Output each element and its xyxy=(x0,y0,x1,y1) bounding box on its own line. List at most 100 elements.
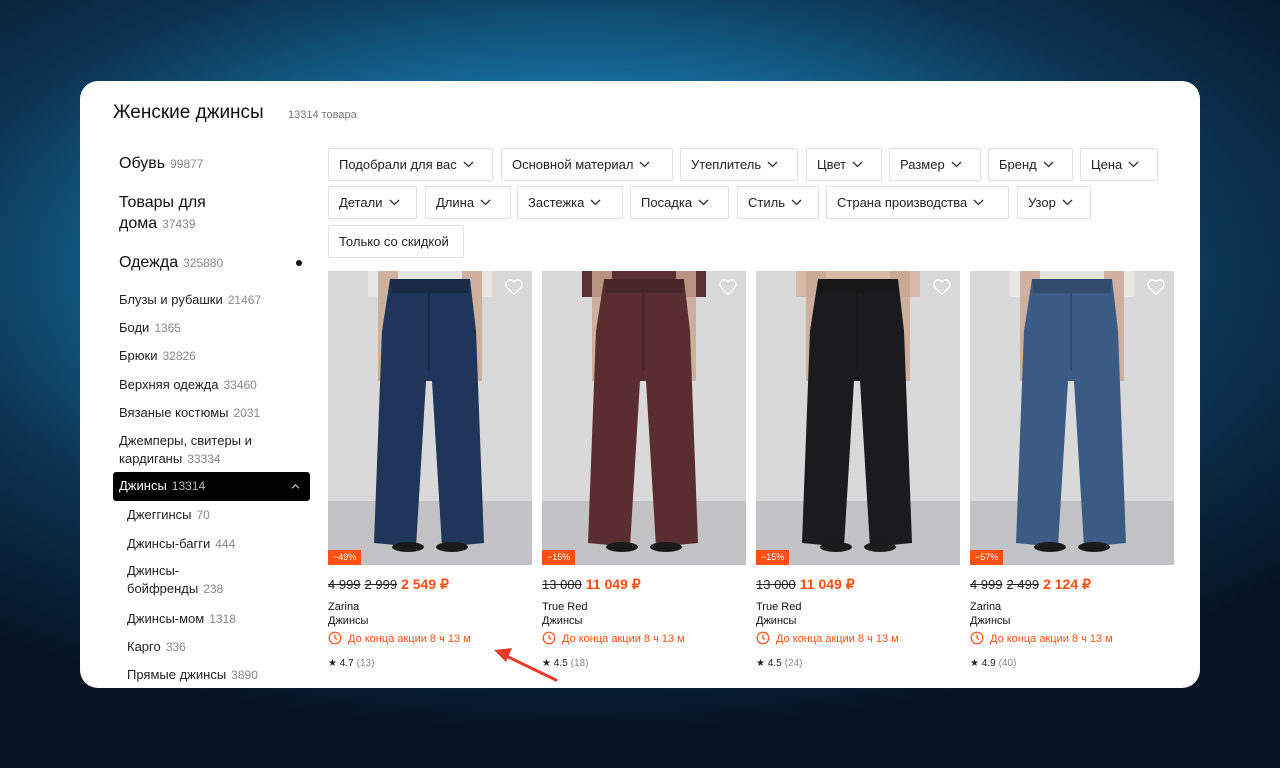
filter-chip-label: Детали xyxy=(339,195,383,210)
price-row: 13 000 11 049 ₽ xyxy=(542,576,641,593)
sidebar-item-jeggings[interactable]: Джеггинсы 70 xyxy=(127,506,210,524)
sidebar-item-label: Джинсы xyxy=(119,478,167,493)
chevron-down-icon xyxy=(480,199,491,205)
current-price: 11 049 ₽ xyxy=(799,576,855,592)
product-brand[interactable]: True Red xyxy=(542,601,587,613)
sidebar-item-label: Прямые джинсы xyxy=(127,667,227,682)
sidebar-item-home-goods[interactable]: Товары для дома 37439 xyxy=(119,192,206,235)
price-row: 4 999 2 999 2 549 ₽ xyxy=(328,576,449,593)
filter-chip[interactable]: Стиль xyxy=(737,186,819,219)
sidebar-item-label: Товары для xyxy=(119,194,206,211)
filter-chip[interactable]: Размер xyxy=(889,148,981,181)
sidebar-item-count: 70 xyxy=(196,508,210,522)
sidebar-item-outerwear[interactable]: Верхняя одежда 33460 xyxy=(119,376,257,394)
old-price: 13 000 xyxy=(542,577,582,592)
product-card[interactable]: −15% 13 000 11 049 ₽ True Red Джинсы До к… xyxy=(756,271,960,669)
sidebar-item-count: 37439 xyxy=(162,217,196,231)
jeans-photo-icon xyxy=(582,271,706,552)
filter-chip[interactable]: Страна производства xyxy=(826,186,1009,219)
chevron-down-icon xyxy=(698,199,709,205)
current-price: 2 549 ₽ xyxy=(401,576,449,592)
sidebar-item-mom-jeans[interactable]: Джинсы-мом 1318 xyxy=(127,610,236,628)
favorite-heart-icon[interactable] xyxy=(932,278,952,296)
promo-timer-label: До конца акции 8 ч 13 м xyxy=(348,633,471,645)
sidebar-item-shoes[interactable]: Обувь 99877 xyxy=(119,153,203,175)
promo-timer-label: До конца акции 8 ч 13 м xyxy=(990,633,1113,645)
sidebar-item-count: 3890 xyxy=(231,668,258,682)
sidebar-item-blouses[interactable]: Блузы и рубашки 21467 xyxy=(119,291,261,309)
filter-chip[interactable]: Только со скидкой xyxy=(328,225,464,258)
chevron-down-icon xyxy=(463,161,474,167)
sidebar-item-label: Одежда xyxy=(119,254,179,271)
sidebar-item-baggy-jeans[interactable]: Джинсы-багги 444 xyxy=(127,535,235,553)
product-type[interactable]: Джинсы xyxy=(328,615,368,627)
promo-timer: До конца акции 8 ч 13 м xyxy=(542,631,685,645)
sidebar-item-count: 32826 xyxy=(162,349,196,363)
price-row: 13 000 11 049 ₽ xyxy=(756,576,855,593)
sidebar-item-trousers[interactable]: Брюки 32826 xyxy=(119,347,196,365)
rating-value: ★ 4.9 xyxy=(970,658,996,669)
clock-icon xyxy=(328,631,342,645)
sidebar-item-count: 33334 xyxy=(187,452,221,466)
product-rating: ★ 4.5 (18) xyxy=(542,658,588,669)
product-type[interactable]: Джинсы xyxy=(756,615,796,627)
filter-chip[interactable]: Застежка xyxy=(517,186,623,219)
product-card[interactable]: −57% 4 999 2 499 2 124 ₽ Zarina Джинсы До … xyxy=(970,271,1174,669)
product-card[interactable]: −49% 4 999 2 999 2 549 ₽ Zarina Джинсы До … xyxy=(328,271,532,669)
sidebar-item-cargo[interactable]: Карго 336 xyxy=(127,638,186,656)
discount-badge: −57% xyxy=(970,550,1004,565)
product-card[interactable]: −15% 13 000 11 049 ₽ True Red Джинсы До к… xyxy=(542,271,746,669)
sidebar-item-sweaters[interactable]: Джемперы, свитеры и кардиганы 33334 xyxy=(119,432,252,468)
discount-badge: −15% xyxy=(756,550,790,565)
filter-chip[interactable]: Бренд xyxy=(988,148,1073,181)
filter-chip[interactable]: Посадка xyxy=(630,186,729,219)
sidebar-item-count: 33460 xyxy=(223,378,257,392)
sidebar-item-knit-suits[interactable]: Вязаные костюмы 2031 xyxy=(119,404,260,422)
filter-chip-label: Стиль xyxy=(748,195,785,210)
review-count: (24) xyxy=(784,658,803,669)
sidebar-item-label: Джеггинсы xyxy=(127,507,192,522)
product-image[interactable]: −49% xyxy=(328,271,532,565)
filter-chip[interactable]: Детали xyxy=(328,186,417,219)
favorite-heart-icon[interactable] xyxy=(504,278,524,296)
product-image[interactable]: −57% xyxy=(970,271,1174,565)
filter-chip-label: Застежка xyxy=(528,195,585,210)
chevron-down-icon xyxy=(1128,161,1139,167)
favorite-heart-icon[interactable] xyxy=(1146,278,1166,296)
product-brand[interactable]: True Red xyxy=(756,601,801,613)
filter-chip[interactable]: Утеплитель xyxy=(680,148,798,181)
sidebar-item-straight-jeans[interactable]: Прямые джинсы 3890 xyxy=(127,666,258,684)
filter-chip[interactable]: Узор xyxy=(1017,186,1091,219)
product-image[interactable]: −15% xyxy=(542,271,746,565)
filter-chip-label: Страна производства xyxy=(837,195,968,210)
filter-chip[interactable]: Цена xyxy=(1080,148,1158,181)
filter-chip[interactable]: Длина xyxy=(425,186,511,219)
clock-icon xyxy=(542,631,556,645)
product-brand[interactable]: Zarina xyxy=(970,601,1001,613)
chevron-down-icon xyxy=(639,161,650,167)
favorite-heart-icon[interactable] xyxy=(718,278,738,296)
product-brand[interactable]: Zarina xyxy=(328,601,359,613)
chevron-down-icon xyxy=(852,161,863,167)
sidebar-item-bodysuits[interactable]: Боди 1365 xyxy=(119,319,181,337)
jeans-photo-icon xyxy=(368,271,492,552)
sidebar-item-boyfriend-jeans[interactable]: Джинсы-бойфренды 238 xyxy=(127,562,223,598)
product-image[interactable]: −15% xyxy=(756,271,960,565)
filter-chip[interactable]: Цвет xyxy=(806,148,882,181)
sidebar-item-label: Брюки xyxy=(119,348,158,363)
product-type[interactable]: Джинсы xyxy=(970,615,1010,627)
promo-timer: До конца акции 8 ч 13 м xyxy=(756,631,899,645)
sidebar-item-count: 2031 xyxy=(233,406,261,420)
filter-chip-label: Основной материал xyxy=(512,157,634,172)
product-type[interactable]: Джинсы xyxy=(542,615,582,627)
filter-chip-label: Размер xyxy=(900,157,945,172)
filter-chip[interactable]: Основной материал xyxy=(501,148,673,181)
sidebar-item-clothing[interactable]: Одежда 325880 xyxy=(119,252,223,274)
filter-chip[interactable]: Подобрали для вас xyxy=(328,148,493,181)
promo-timer: До конца акции 8 ч 13 м xyxy=(328,631,471,645)
review-count: (18) xyxy=(570,658,589,669)
current-price: 2 124 ₽ xyxy=(1043,576,1091,592)
filter-chip-label: Длина xyxy=(436,195,475,210)
catalog-card: Женские джинсы 13314 товара Обувь 99877 Т… xyxy=(80,81,1200,688)
sidebar-item-jeans-active[interactable]: Джинсы 13314 xyxy=(113,472,310,501)
